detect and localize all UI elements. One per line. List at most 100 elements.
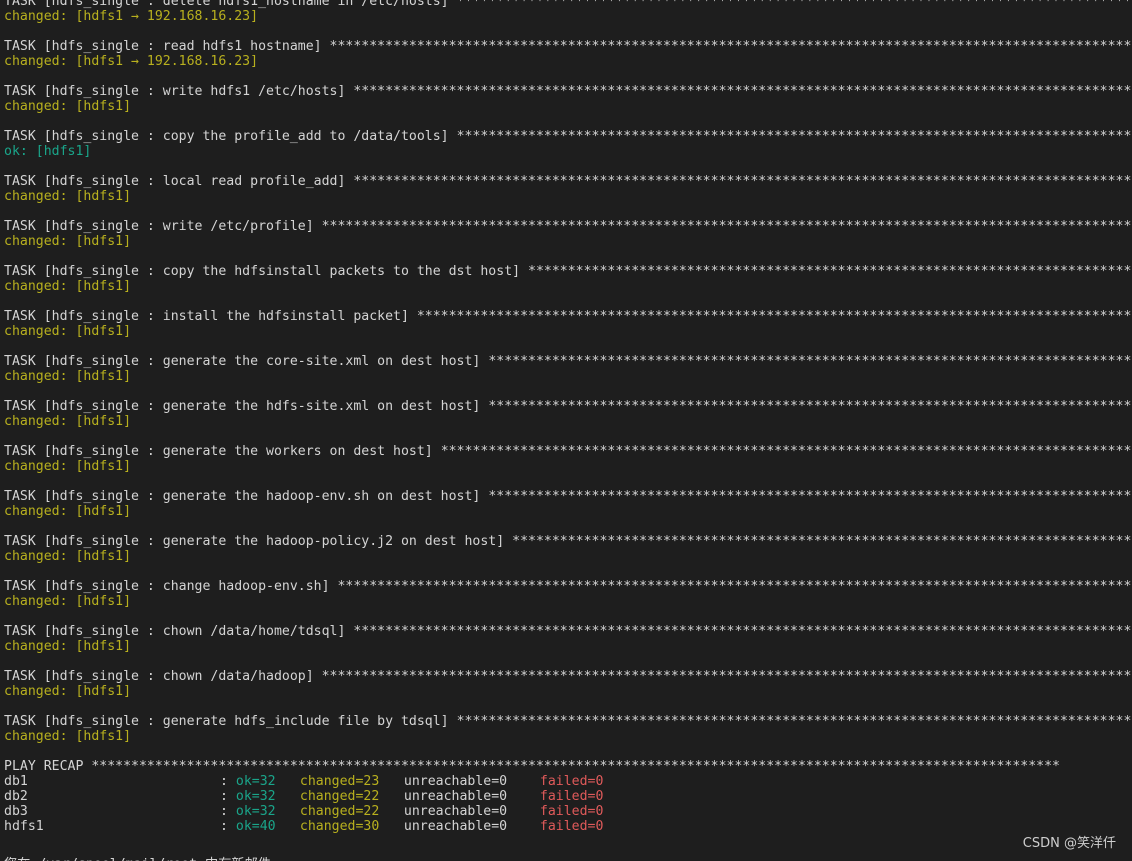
task-result: changed: [hdfs1] (4, 414, 132, 429)
task-title: TASK [hdfs_single : install the hdfsinst… (4, 309, 417, 324)
task-result: changed: [hdfs1] (4, 639, 132, 654)
task-separator-stars: ****************************************… (416, 309, 1132, 324)
task-header: TASK [hdfs_single : generate the hadoop-… (4, 534, 1132, 549)
terminal-output: TASK [hdfs_single : delete hdfs1_hostnam… (4, 0, 1132, 834)
recap-failed-value: =0 (587, 804, 604, 819)
task-separator-stars: ****************************************… (512, 534, 1132, 549)
recap-row: db2: ok=32 changed=22 unreachable=0 failed=… (4, 789, 1132, 804)
task-header: TASK [hdfs_single : local read profile_a… (4, 174, 1132, 189)
recap-failed-value: =0 (587, 789, 604, 804)
task-result: changed: [hdfs1] (4, 504, 132, 519)
task-header: TASK [hdfs_single : generate the hdfs-si… (4, 399, 1132, 414)
recap-ok: ok=40 (235, 819, 276, 834)
task-separator-stars: ****************************************… (321, 669, 1132, 684)
recap-separator-stars: ****************************************… (91, 759, 1060, 774)
task-result: changed: [hdfs1] (4, 324, 132, 339)
recap-separator: : (220, 804, 236, 819)
task-title: TASK [hdfs_single : generate the hdfs-si… (4, 399, 489, 414)
task-title: TASK [hdfs_single : read hdfs1 hostname] (4, 39, 330, 54)
task-separator-stars: ****************************************… (456, 129, 1132, 144)
recap-failed-label: failed (539, 789, 588, 804)
task-title: TASK [hdfs_single : chown /data/hadoop] (4, 669, 322, 684)
task-header: TASK [hdfs_single : generate hdfs_includ… (4, 714, 1132, 729)
play-recap-header: PLAY RECAP *****************************… (4, 759, 1132, 774)
recap-row: db3: ok=32 changed=22 unreachable=0 failed=… (4, 804, 1132, 819)
recap-failed-value: =0 (587, 774, 604, 789)
recap-host: db2 (4, 789, 28, 804)
recap-separator: : (220, 789, 236, 804)
recap-failed-value: =0 (587, 819, 604, 834)
task-title: TASK [hdfs_single : generate the workers… (4, 444, 441, 459)
task-separator-stars: ****************************************… (353, 84, 1132, 99)
task-title: TASK [hdfs_single : generate hdfs_includ… (4, 714, 457, 729)
recap-unreachable: unreachable=0 (403, 774, 508, 789)
recap-changed: changed=22 (299, 804, 380, 819)
task-separator-stars: ****************************************… (456, 0, 1132, 9)
recap-unreachable: unreachable=0 (403, 789, 508, 804)
task-result: ok: [hdfs1] (4, 144, 92, 159)
recap-failed-label: failed (539, 804, 588, 819)
recap-unreachable: unreachable=0 (403, 819, 508, 834)
task-separator-stars: ****************************************… (488, 399, 1132, 414)
task-separator-stars: ****************************************… (488, 354, 1132, 369)
terminal-window[interactable]: TASK [hdfs_single : delete hdfs1_hostnam… (0, 0, 1132, 861)
task-result: changed: [hdfs1] (4, 594, 132, 609)
task-title: TASK [hdfs_single : copy the profile_add… (4, 129, 457, 144)
task-title: TASK [hdfs_single : write /etc/profile] (4, 219, 322, 234)
task-header: TASK [hdfs_single : generate the workers… (4, 444, 1132, 459)
recap-changed: changed=23 (299, 774, 380, 789)
task-title: TASK [hdfs_single : generate the hadoop-… (4, 489, 489, 504)
task-header: TASK [hdfs_single : chown /data/hadoop] … (4, 669, 1132, 684)
task-result: changed: [hdfs1] (4, 729, 132, 744)
task-separator-stars: ****************************************… (329, 39, 1132, 54)
recap-host: db3 (4, 804, 28, 819)
recap-host: hdfs1 (4, 819, 44, 834)
task-separator-stars: ****************************************… (353, 624, 1132, 639)
mail-notice: 您在 /var/spool/mail/root 中有新邮件 (4, 853, 271, 861)
task-title: TASK [hdfs_single : generate the core-si… (4, 354, 489, 369)
task-result: changed: [hdfs1] (4, 279, 132, 294)
recap-changed: changed=30 (299, 819, 380, 834)
task-title: TASK [hdfs_single : write hdfs1 /etc/hos… (4, 84, 354, 99)
recap-separator: : (220, 774, 236, 789)
task-header: TASK [hdfs_single : copy the hdfsinstall… (4, 264, 1132, 279)
task-result: changed: [hdfs1] (4, 369, 132, 384)
recap-changed: changed=22 (299, 789, 380, 804)
task-title: TASK [hdfs_single : local read profile_a… (4, 174, 354, 189)
recap-unreachable: unreachable=0 (403, 804, 508, 819)
task-header: TASK [hdfs_single : read hdfs1 hostname]… (4, 39, 1132, 54)
task-header: TASK [hdfs_single : generate the core-si… (4, 354, 1132, 369)
task-separator-stars: ****************************************… (528, 264, 1132, 279)
play-recap-title: PLAY RECAP (4, 759, 92, 774)
task-result: changed: [hdfs1] (4, 549, 132, 564)
recap-separator: : (220, 819, 236, 834)
task-result: changed: [hdfs1] (4, 234, 132, 249)
recap-host: db1 (4, 774, 28, 789)
task-header: TASK [hdfs_single : chown /data/home/tds… (4, 624, 1132, 639)
recap-row: db1: ok=32 changed=23 unreachable=0 failed=… (4, 774, 1132, 789)
task-result: changed: [hdfs1 → 192.168.16.23] (4, 54, 259, 69)
recap-failed-label: failed (539, 819, 588, 834)
task-header: TASK [hdfs_single : delete hdfs1_hostnam… (4, 0, 1132, 9)
task-separator-stars: ****************************************… (337, 579, 1132, 594)
recap-ok: ok=32 (235, 804, 276, 819)
task-header: TASK [hdfs_single : generate the hadoop-… (4, 489, 1132, 504)
task-result: changed: [hdfs1] (4, 99, 132, 114)
task-result: changed: [hdfs1] (4, 459, 132, 474)
task-header: TASK [hdfs_single : write hdfs1 /etc/hos… (4, 84, 1132, 99)
task-header: TASK [hdfs_single : write /etc/profile] … (4, 219, 1132, 234)
task-title: TASK [hdfs_single : change hadoop-env.sh… (4, 579, 338, 594)
recap-row: hdfs1: ok=40 changed=30 unreachable=0 faile… (4, 819, 1132, 834)
